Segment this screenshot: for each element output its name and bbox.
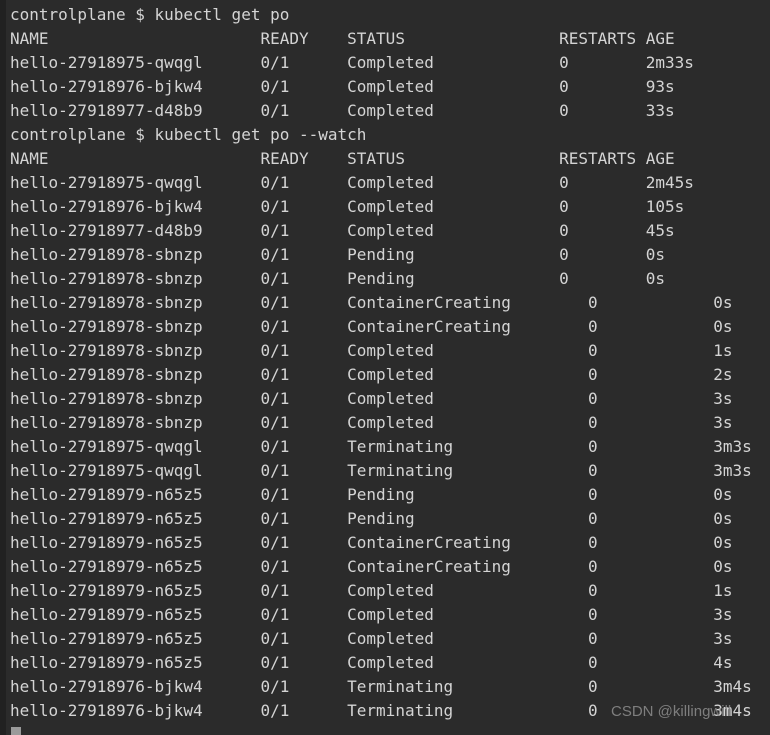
table-row: hello-27918976-bjkw4 0/1 Completed 0 105…: [10, 197, 685, 216]
table-row: hello-27918979-n65z5 0/1 Completed 0 4s: [10, 653, 733, 672]
table-header-row: NAME READY STATUS RESTARTS AGE: [10, 29, 675, 48]
table-row: hello-27918975-qwqgl 0/1 Terminating 0 3…: [10, 461, 752, 480]
table-row: hello-27918978-sbnzp 0/1 ContainerCreati…: [10, 317, 733, 336]
table-row: hello-27918975-qwqgl 0/1 Terminating 0 3…: [10, 437, 752, 456]
table-row: hello-27918979-n65z5 0/1 ContainerCreati…: [10, 557, 733, 576]
table-row: hello-27918978-sbnzp 0/1 Pending 0 0s: [10, 245, 666, 264]
table-row: hello-27918978-sbnzp 0/1 ContainerCreati…: [10, 293, 733, 312]
terminal-command-line[interactable]: controlplane $ kubectl get po --watch: [10, 123, 770, 147]
table-row: hello-27918975-qwqgl 0/1 Completed 0 2m3…: [10, 53, 694, 72]
terminal-window[interactable]: controlplane $ kubectl get po NAME READY …: [0, 0, 770, 735]
table-row: hello-27918977-d48b9 0/1 Completed 0 45s: [10, 221, 675, 240]
table-row: hello-27918979-n65z5 0/1 ContainerCreati…: [10, 533, 733, 552]
terminal-command-line[interactable]: controlplane $ kubectl get po: [10, 3, 770, 27]
table-row: hello-27918978-sbnzp 0/1 Completed 0 3s: [10, 389, 733, 408]
table-row: hello-27918976-bjkw4 0/1 Terminating 0 3…: [10, 701, 752, 720]
table-row: hello-27918978-sbnzp 0/1 Completed 0 1s: [10, 341, 733, 360]
table-row: hello-27918976-bjkw4 0/1 Terminating 0 3…: [10, 677, 752, 696]
text-cursor: [11, 727, 21, 735]
table-row: hello-27918975-qwqgl 0/1 Completed 0 2m4…: [10, 173, 694, 192]
table-row: hello-27918979-n65z5 0/1 Completed 0 3s: [10, 605, 733, 624]
table-row: hello-27918979-n65z5 0/1 Pending 0 0s: [10, 509, 733, 528]
table-row: hello-27918978-sbnzp 0/1 Completed 0 3s: [10, 413, 733, 432]
terminal-cursor-line: [10, 723, 770, 735]
table-row: hello-27918978-sbnzp 0/1 Completed 0 2s: [10, 365, 733, 384]
table-row: hello-27918979-n65z5 0/1 Pending 0 0s: [10, 485, 733, 504]
table-row: hello-27918979-n65z5 0/1 Completed 0 1s: [10, 581, 733, 600]
table-row: hello-27918976-bjkw4 0/1 Completed 0 93s: [10, 77, 675, 96]
terminal-screen[interactable]: controlplane $ kubectl get po NAME READY …: [6, 0, 770, 735]
table-row: hello-27918978-sbnzp 0/1 Pending 0 0s: [10, 269, 666, 288]
table-row: hello-27918979-n65z5 0/1 Completed 0 3s: [10, 629, 733, 648]
table-header-row: NAME READY STATUS RESTARTS AGE: [10, 149, 675, 168]
table-row: hello-27918977-d48b9 0/1 Completed 0 33s: [10, 101, 675, 120]
